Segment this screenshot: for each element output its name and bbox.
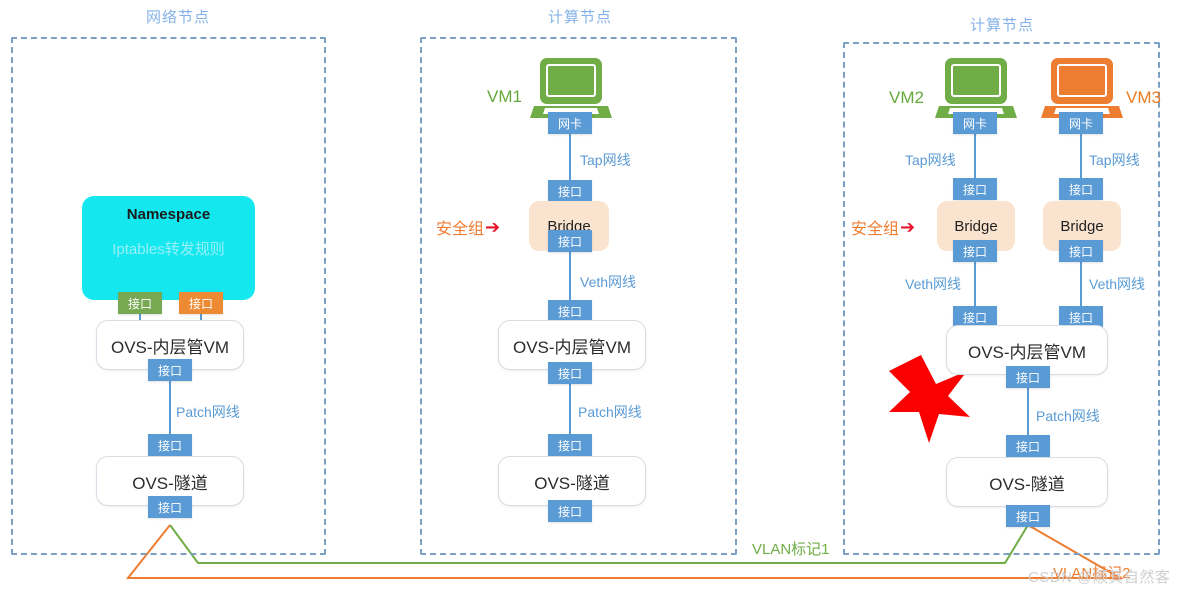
p2-bridge-bottom-interface[interactable]: 接口 — [548, 230, 592, 252]
p3-bridge-left-top-interface[interactable]: 接口 — [953, 178, 997, 200]
p3-veth-cable-label-left: Veth网线 — [905, 276, 962, 292]
p3-security-group-arrow-icon: ➔ — [900, 217, 916, 237]
p3-ovs-tunnel-bottom-interface[interactable]: 接口 — [1006, 505, 1050, 527]
vm2-label: VM2 — [889, 88, 924, 107]
vlan-tag-1-label: VLAN标记1 — [752, 541, 830, 558]
p3-bridge-right-bottom-interface[interactable]: 接口 — [1059, 240, 1103, 262]
csdn-watermark: CSDN @顺其自然客 — [1028, 569, 1171, 586]
p3-ovs-tunnel-box[interactable]: OVS-隧道 — [946, 457, 1108, 507]
p3-security-group-text: 安全组 — [851, 221, 900, 238]
diagram-canvas: 网络节点 Namespace Iptables转发规则 接口 接口 OVS-内层… — [0, 0, 1184, 594]
p3-security-group-label: 安全组 ➔ — [851, 215, 915, 239]
p2-veth-cable-label: Veth网线 — [580, 274, 637, 290]
p3-ovs-tunnel-top-interface[interactable]: 接口 — [1006, 435, 1050, 457]
p2-ovs-inner-top-interface[interactable]: 接口 — [548, 300, 592, 322]
p1-ovs-tunnel-bottom-interface[interactable]: 接口 — [148, 496, 192, 518]
p3-bridge-left-bottom-interface[interactable]: 接口 — [953, 240, 997, 262]
panel-title-network-node: 网络节点 — [145, 9, 210, 26]
p3-bridge-right-top-interface[interactable]: 接口 — [1059, 178, 1103, 200]
namespace-left-interface[interactable]: 接口 — [118, 292, 162, 314]
p3-ovs-inner-bottom-interface[interactable]: 接口 — [1006, 366, 1050, 388]
p2-security-group-text: 安全组 — [436, 221, 485, 238]
p2-security-group-arrow-icon: ➔ — [485, 217, 501, 237]
p2-ovs-tunnel-box[interactable]: OVS-隧道 — [498, 456, 646, 506]
p3-patch-cable-label: Patch网线 — [1036, 408, 1100, 424]
vm2-nic-interface[interactable]: 网卡 — [953, 112, 997, 134]
vm1-nic-interface[interactable]: 网卡 — [548, 112, 592, 134]
p2-bridge-top-interface[interactable]: 接口 — [548, 180, 592, 202]
p3-veth-cable-label-right: Veth网线 — [1089, 276, 1146, 292]
p3-tap-cable-label-right: Tap网线 — [1089, 152, 1140, 168]
panel-title-compute-node-1: 计算节点 — [547, 9, 612, 26]
panel-title-compute-node-2: 计算节点 — [969, 17, 1034, 34]
p1-ovs-inner-bottom-interface[interactable]: 接口 — [148, 359, 192, 381]
vm1-label: VM1 — [487, 87, 522, 106]
iptables-rules-label: Iptables转发规则 — [112, 241, 225, 258]
p2-security-group-label: 安全组 ➔ — [436, 215, 500, 239]
p2-ovs-tunnel-bottom-interface[interactable]: 接口 — [548, 500, 592, 522]
vm3-nic-interface[interactable]: 网卡 — [1059, 112, 1103, 134]
p2-ovs-inner-bottom-interface[interactable]: 接口 — [548, 362, 592, 384]
p1-patch-cable-label: Patch网线 — [176, 404, 240, 420]
namespace-right-interface[interactable]: 接口 — [179, 292, 223, 314]
p1-ovs-tunnel-top-interface[interactable]: 接口 — [148, 434, 192, 456]
p2-ovs-tunnel-top-interface[interactable]: 接口 — [548, 434, 592, 456]
p2-patch-cable-label: Patch网线 — [578, 404, 642, 420]
namespace-box: Namespace Iptables转发规则 — [82, 196, 255, 300]
namespace-title: Namespace — [126, 206, 211, 223]
p3-tap-cable-label-left: Tap网线 — [905, 152, 956, 168]
p2-tap-cable-label: Tap网线 — [580, 152, 631, 168]
vm3-label: VM3 — [1126, 88, 1161, 107]
